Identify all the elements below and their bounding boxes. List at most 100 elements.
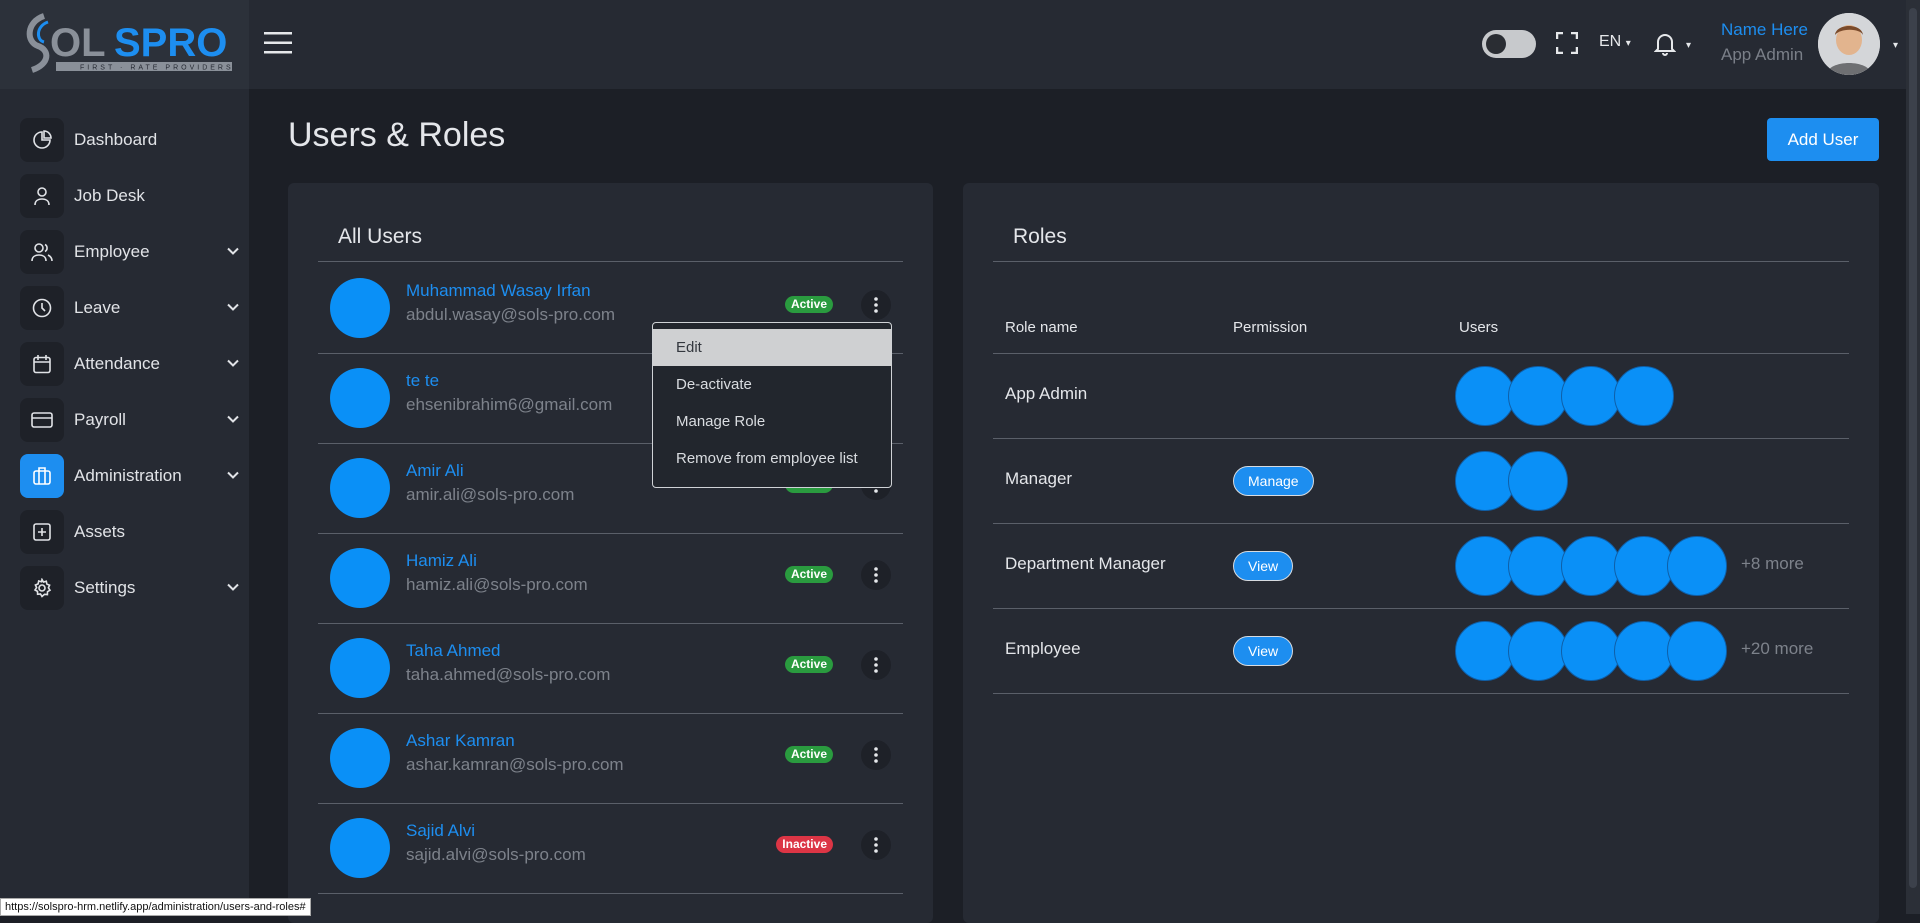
caret-down-icon: ▾ <box>1625 38 1631 49</box>
role-user-avatar[interactable] <box>1455 621 1515 681</box>
roles-table: Role name Permission Users App Admin Mana… <box>993 313 1849 694</box>
more-options-button[interactable] <box>861 290 891 320</box>
status-bar-url: https://solspro-hrm.netlify.app/administ… <box>0 898 311 916</box>
role-name: App Admin <box>1005 384 1088 403</box>
role-user-avatar[interactable] <box>1614 366 1674 426</box>
menu-item-edit[interactable]: Edit <box>653 329 891 366</box>
user-row: Ashar Kamran ashar.kamran@sols-pro.com Act… <box>318 713 903 804</box>
user-name-link[interactable]: Muhammad Wasay Irfan <box>406 281 591 301</box>
role-user-avatar[interactable] <box>1614 536 1674 596</box>
roles-table-header: Role name Permission Users <box>993 313 1849 354</box>
user-email: hamiz.ali@sols-pro.com <box>406 575 588 594</box>
user-name-link[interactable]: te te <box>406 371 439 391</box>
plus-square-icon <box>20 510 64 554</box>
sidebar-item-leave[interactable]: Leave <box>20 284 240 332</box>
role-row: Employee View +20 more <box>993 609 1849 694</box>
users-icon <box>20 230 64 274</box>
add-user-button[interactable]: Add User <box>1767 118 1879 161</box>
role-user-avatar[interactable] <box>1561 366 1621 426</box>
chevron-down-icon[interactable] <box>226 300 240 319</box>
chevron-down-icon[interactable] <box>226 580 240 599</box>
user-avatar[interactable] <box>330 548 390 608</box>
column-header-permission: Permission <box>1233 319 1308 336</box>
kebab-menu-icon <box>874 567 878 583</box>
role-user-avatar[interactable] <box>1561 536 1621 596</box>
fullscreen-icon[interactable] <box>1556 32 1578 54</box>
user-name-link[interactable]: Ashar Kamran <box>406 731 515 751</box>
permission-manage-button[interactable]: Manage <box>1233 466 1314 496</box>
sidebar-item-attendance[interactable]: Attendance <box>20 340 240 388</box>
sidebar-item-settings[interactable]: Settings <box>20 564 240 612</box>
role-user-avatar[interactable] <box>1667 536 1727 596</box>
chevron-down-icon[interactable] <box>226 412 240 431</box>
scrollbar-thumb[interactable] <box>1909 8 1917 888</box>
more-options-button[interactable] <box>861 740 891 770</box>
permission-view-button[interactable]: View <box>1233 636 1294 666</box>
role-user-avatar[interactable] <box>1561 621 1621 681</box>
more-options-button[interactable] <box>861 650 891 680</box>
menu-toggle-icon[interactable] <box>264 30 292 56</box>
language-selector[interactable]: EN ▾ <box>1599 33 1631 51</box>
sidebar-item-employee[interactable]: Employee <box>20 228 240 276</box>
menu-item-manage-role[interactable]: Manage Role <box>653 403 891 440</box>
sidebar-item-administration[interactable]: Administration <box>20 452 240 500</box>
role-user-avatar[interactable] <box>1508 366 1568 426</box>
notifications-bell-icon[interactable] <box>1654 32 1676 56</box>
menu-item-remove-from-employee-list[interactable]: Remove from employee list <box>653 440 891 477</box>
user-avatar[interactable] <box>330 368 390 428</box>
user-name-link[interactable]: Taha Ahmed <box>406 641 501 661</box>
sidebar-item-dashboard[interactable]: Dashboard <box>20 116 240 164</box>
status-badge: Active <box>784 656 833 673</box>
role-user-avatar[interactable] <box>1455 536 1515 596</box>
page-scrollbar[interactable] <box>1906 0 1920 914</box>
user-avatar[interactable] <box>330 458 390 518</box>
all-users-card: All Users Muhammad Wasay Irfan abdul.wasa… <box>288 183 933 923</box>
role-user-avatar[interactable] <box>1508 451 1568 511</box>
role-name: Employee <box>1005 639 1081 658</box>
caret-down-icon[interactable]: ▾ <box>1686 40 1691 51</box>
logo-area: OL SPRO FIRST · RATE PROVIDERS <box>0 0 249 89</box>
user-name[interactable]: Name Here <box>1721 20 1808 40</box>
theme-toggle[interactable] <box>1482 30 1536 58</box>
status-badge: Active <box>784 746 833 763</box>
role-user-avatar[interactable] <box>1667 621 1727 681</box>
svg-text:FIRST · RATE PROVIDERS: FIRST · RATE PROVIDERS <box>80 65 234 72</box>
sidebar-item-label: Dashboard <box>74 130 158 149</box>
more-options-button[interactable] <box>861 560 891 590</box>
role-name: Department Manager <box>1005 554 1166 573</box>
sidebar-item-label: Payroll <box>74 410 126 429</box>
role-user-avatar[interactable] <box>1508 536 1568 596</box>
clock-icon <box>20 286 64 330</box>
chevron-down-icon[interactable] <box>226 244 240 263</box>
role-user-avatar[interactable] <box>1614 621 1674 681</box>
chevron-down-icon[interactable] <box>226 356 240 375</box>
user-name-link[interactable]: Sajid Alvi <box>406 821 475 841</box>
user-avatar[interactable] <box>1818 13 1880 75</box>
role-user-avatar[interactable] <box>1508 621 1568 681</box>
permission-view-button[interactable]: View <box>1233 551 1294 581</box>
user-avatar[interactable] <box>330 728 390 788</box>
more-users-count: +20 more <box>1741 639 1814 658</box>
user-name-link[interactable]: Amir Ali <box>406 461 464 481</box>
sidebar-item-label: Leave <box>74 298 121 317</box>
user-avatar[interactable] <box>330 638 390 698</box>
role-row: App Admin <box>993 354 1849 439</box>
user-name-link[interactable]: Hamiz Ali <box>406 551 477 571</box>
sidebar-item-payroll[interactable]: Payroll <box>20 396 240 444</box>
user-avatar[interactable] <box>330 278 390 338</box>
sidebar-item-job-desk[interactable]: Job Desk <box>20 172 240 220</box>
roles-table-body: App Admin Manager Manage Department Manager… <box>993 354 1849 694</box>
sidebar-item-assets[interactable]: Assets <box>20 508 240 556</box>
user-role: App Admin <box>1721 45 1804 64</box>
credit-card-icon <box>20 398 64 442</box>
sidebar-item-label: Employee <box>74 242 150 261</box>
chevron-down-icon[interactable] <box>226 468 240 487</box>
caret-down-icon[interactable]: ▾ <box>1893 40 1898 51</box>
role-user-avatar[interactable] <box>1455 451 1515 511</box>
solspro-logo[interactable]: OL SPRO FIRST · RATE PROVIDERS <box>16 12 236 74</box>
user-email: sajid.alvi@sols-pro.com <box>406 845 586 864</box>
user-avatar[interactable] <box>330 818 390 878</box>
menu-item-deactivate[interactable]: De-activate <box>653 366 891 403</box>
more-options-button[interactable] <box>861 830 891 860</box>
role-user-avatar[interactable] <box>1455 366 1515 426</box>
